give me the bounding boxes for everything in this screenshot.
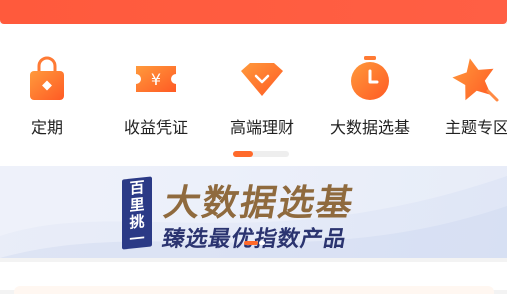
lock-icon [30, 56, 64, 100]
banner-page-indicator-active [244, 241, 258, 245]
diamond-icon [241, 63, 283, 96]
menu-item-label: 定期 [30, 118, 63, 137]
banner-subtitle: 臻选最优指数产品 [160, 227, 349, 252]
badge-char: 一 [129, 229, 145, 249]
menu-page-indicator [233, 151, 289, 157]
menu-item-theme-zone[interactable]: 主题专区 [437, 54, 507, 137]
menu-item-label: 高端理财 [229, 118, 294, 137]
star-icon [452, 58, 499, 102]
banner-badge: 百 里 挑 一 [122, 176, 152, 250]
menu-item-label: 主题专区 [444, 118, 507, 137]
svg-text:¥: ¥ [151, 70, 161, 89]
banner-page-indicator-inactive [259, 241, 265, 245]
promo-banner[interactable]: 百 里 挑 一 大数据选基 臻选最优指数产品 [0, 166, 507, 258]
banner-page-indicator [244, 241, 266, 245]
bottom-card-inner [14, 286, 494, 294]
quick-menu: 定期 ¥ 收益凭证 高端理财 大数据选基 主题专区 [0, 24, 507, 166]
clock-icon [351, 56, 389, 100]
top-header-bar [0, 0, 507, 24]
ticket-icon: ¥ [136, 66, 176, 92]
banner-title: 大数据选基 [160, 183, 359, 224]
menu-page-indicator-active [233, 151, 253, 157]
menu-item-label: 收益凭证 [123, 118, 188, 137]
menu-item-big-data-fund[interactable]: 大数据选基 [320, 54, 420, 137]
menu-item-income-certificate[interactable]: ¥ 收益凭证 [116, 54, 196, 137]
menu-item-fixed-term[interactable]: 定期 [18, 54, 76, 137]
menu-item-high-end-wealth[interactable]: 高端理财 [221, 54, 303, 137]
bottom-card [0, 262, 507, 294]
menu-item-label: 大数据选基 [329, 118, 410, 137]
